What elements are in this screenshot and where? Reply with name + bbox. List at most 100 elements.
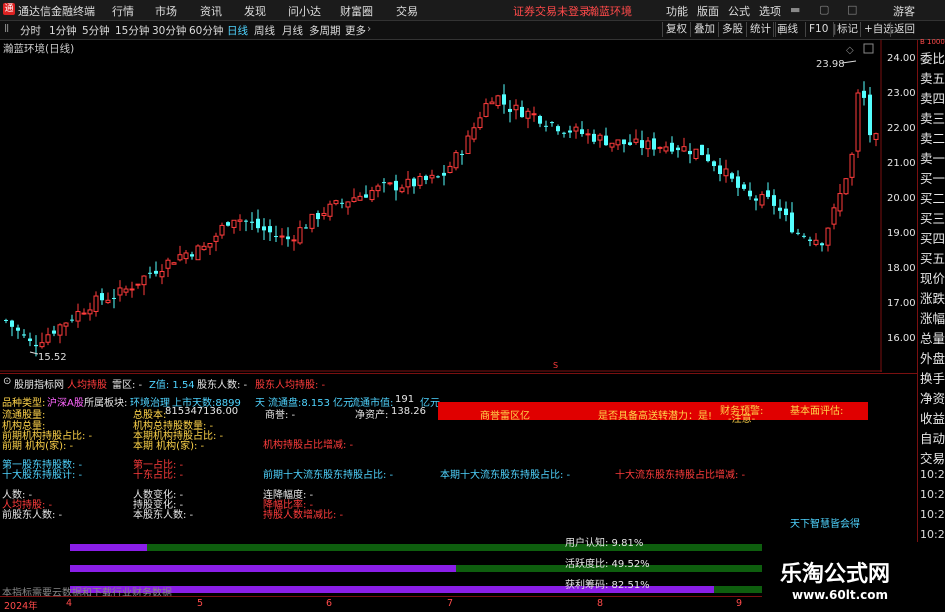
guest-button[interactable]: 游客: [893, 3, 915, 19]
high-marker: 23.98: [816, 59, 857, 70]
watermark-name: 乐淘公式网: [780, 562, 891, 587]
menu-options[interactable]: 选项: [759, 3, 781, 19]
candle-body: [297, 227, 303, 244]
candle-body: [784, 208, 788, 216]
period-more[interactable]: 更多: [345, 23, 366, 38]
indicator-field: 天: [255, 398, 265, 409]
quote-field[interactable]: 10:24: [920, 488, 945, 501]
chart-settings-icon[interactable]: [863, 43, 874, 54]
candle-body: [123, 288, 129, 293]
menu-quotes[interactable]: 行情: [112, 3, 134, 19]
back-button[interactable]: 返回: [890, 22, 918, 37]
quote-field[interactable]: 总量: [920, 328, 945, 347]
indicator-field: 815347136.00: [165, 406, 239, 417]
candle-body: [759, 194, 765, 206]
menu-formula[interactable]: 公式: [728, 3, 750, 19]
quote-field[interactable]: 买三: [920, 208, 945, 227]
candle-body: [609, 142, 615, 148]
pause-icon[interactable]: Ⅱ: [4, 23, 9, 35]
quote-field[interactable]: 卖四: [920, 88, 945, 107]
quote-field[interactable]: 10:24: [920, 468, 945, 481]
ratio-bar-label: 用户认知: 9.81%: [565, 538, 644, 549]
warning-banner: 商誉雷区亿 是否具备高送转潜力：是! 财务预警: -注意- 基本面评估:: [438, 402, 868, 425]
menu-discover[interactable]: 发现: [244, 3, 266, 19]
quote-field[interactable]: 10:24: [920, 508, 945, 521]
candle-body: [159, 270, 165, 278]
quote-field[interactable]: 卖一: [920, 148, 945, 167]
stats-button[interactable]: 统计: [746, 22, 774, 37]
candle-body: [778, 207, 782, 211]
candle-body: [843, 178, 849, 195]
quote-field[interactable]: 10:24: [920, 528, 945, 541]
mark-button[interactable]: 标记: [833, 22, 861, 37]
candle-body: [45, 334, 51, 343]
candle-body: [309, 213, 315, 229]
quote-field[interactable]: 委比: [920, 48, 945, 67]
candle-body: [93, 295, 99, 312]
quote-field[interactable]: 买一: [920, 168, 945, 187]
candle-body: [508, 108, 512, 112]
login-status[interactable]: 证券交易未登录: [513, 3, 590, 19]
draw-button[interactable]: 画线: [773, 22, 801, 37]
quote-field[interactable]: 涨跌: [920, 288, 945, 307]
diamond-icon[interactable]: ◇: [846, 45, 854, 56]
maximize-icon[interactable]: □: [847, 3, 857, 16]
candle-body: [177, 254, 183, 261]
quote-field[interactable]: 现价: [920, 268, 945, 287]
quote-field[interactable]: 自动: [920, 428, 945, 447]
candle-body: [382, 182, 386, 184]
minimize-icon[interactable]: ▬: [790, 3, 800, 16]
overlay-button[interactable]: 叠加: [690, 22, 718, 37]
candle-body: [231, 219, 237, 228]
candle-body: [357, 195, 363, 201]
candle-body: [429, 174, 435, 179]
quote-field[interactable]: 换手: [920, 368, 945, 387]
period-intraday[interactable]: 分时: [20, 23, 41, 38]
period-60min[interactable]: 60分钟: [189, 23, 223, 38]
multi-stock-button[interactable]: 多股: [718, 22, 746, 37]
period-1min[interactable]: 1分钟: [49, 23, 77, 38]
quote-field[interactable]: 净资: [920, 388, 945, 407]
chart-title: 瀚蓝环境(日线): [3, 42, 74, 55]
period-daily[interactable]: 日线: [227, 23, 248, 38]
quote-field[interactable]: 交易: [920, 448, 945, 467]
event-marker[interactable]: S: [553, 361, 558, 370]
candle-body: [495, 95, 501, 107]
f10-button[interactable]: F10: [805, 22, 831, 37]
quote-field[interactable]: 涨幅: [920, 308, 945, 327]
candle-body: [688, 150, 692, 155]
candle-body: [477, 117, 483, 129]
quote-field[interactable]: 卖二: [920, 128, 945, 147]
quote-field[interactable]: 买二: [920, 188, 945, 207]
menu-function[interactable]: 功能: [666, 3, 688, 19]
quote-field[interactable]: 买四: [920, 228, 945, 247]
menu-ask[interactable]: 问小达: [288, 3, 321, 19]
candle-body: [820, 243, 824, 246]
menu-trade[interactable]: 交易: [396, 3, 418, 19]
indicator-field: 十东占比: -: [133, 470, 184, 481]
menu-news[interactable]: 资讯: [200, 3, 222, 19]
period-weekly[interactable]: 周线: [254, 23, 275, 38]
quote-field[interactable]: 卖五: [920, 68, 945, 87]
quote-field[interactable]: 买五: [920, 248, 945, 267]
candlestick-chart[interactable]: 瀚蓝环境(日线) 23.98 15.52 S ◇: [0, 40, 882, 372]
candle-body: [597, 134, 603, 141]
period-multi[interactable]: 多周期: [309, 23, 341, 38]
candle-body: [483, 103, 489, 117]
chevron-right-icon[interactable]: ›: [367, 23, 371, 35]
menu-market[interactable]: 市场: [155, 3, 177, 19]
period-15min[interactable]: 15分钟: [115, 23, 149, 38]
quote-field[interactable]: 收益: [920, 408, 945, 427]
restore-icon[interactable]: ▢: [819, 3, 829, 16]
adjust-button[interactable]: 复权: [662, 22, 690, 37]
price-tick: 18.00: [887, 263, 916, 274]
menu-layout[interactable]: 版面: [697, 3, 719, 19]
period-30min[interactable]: 30分钟: [152, 23, 186, 38]
quote-field[interactable]: 卖三: [920, 108, 945, 127]
period-5min[interactable]: 5分钟: [82, 23, 110, 38]
candle-body: [100, 293, 104, 301]
quote-field[interactable]: 外盘: [920, 348, 945, 367]
indicator-field: 沪深A股: [47, 398, 84, 409]
period-monthly[interactable]: 月线: [282, 23, 303, 38]
menu-wealth[interactable]: 财富圈: [340, 3, 373, 19]
